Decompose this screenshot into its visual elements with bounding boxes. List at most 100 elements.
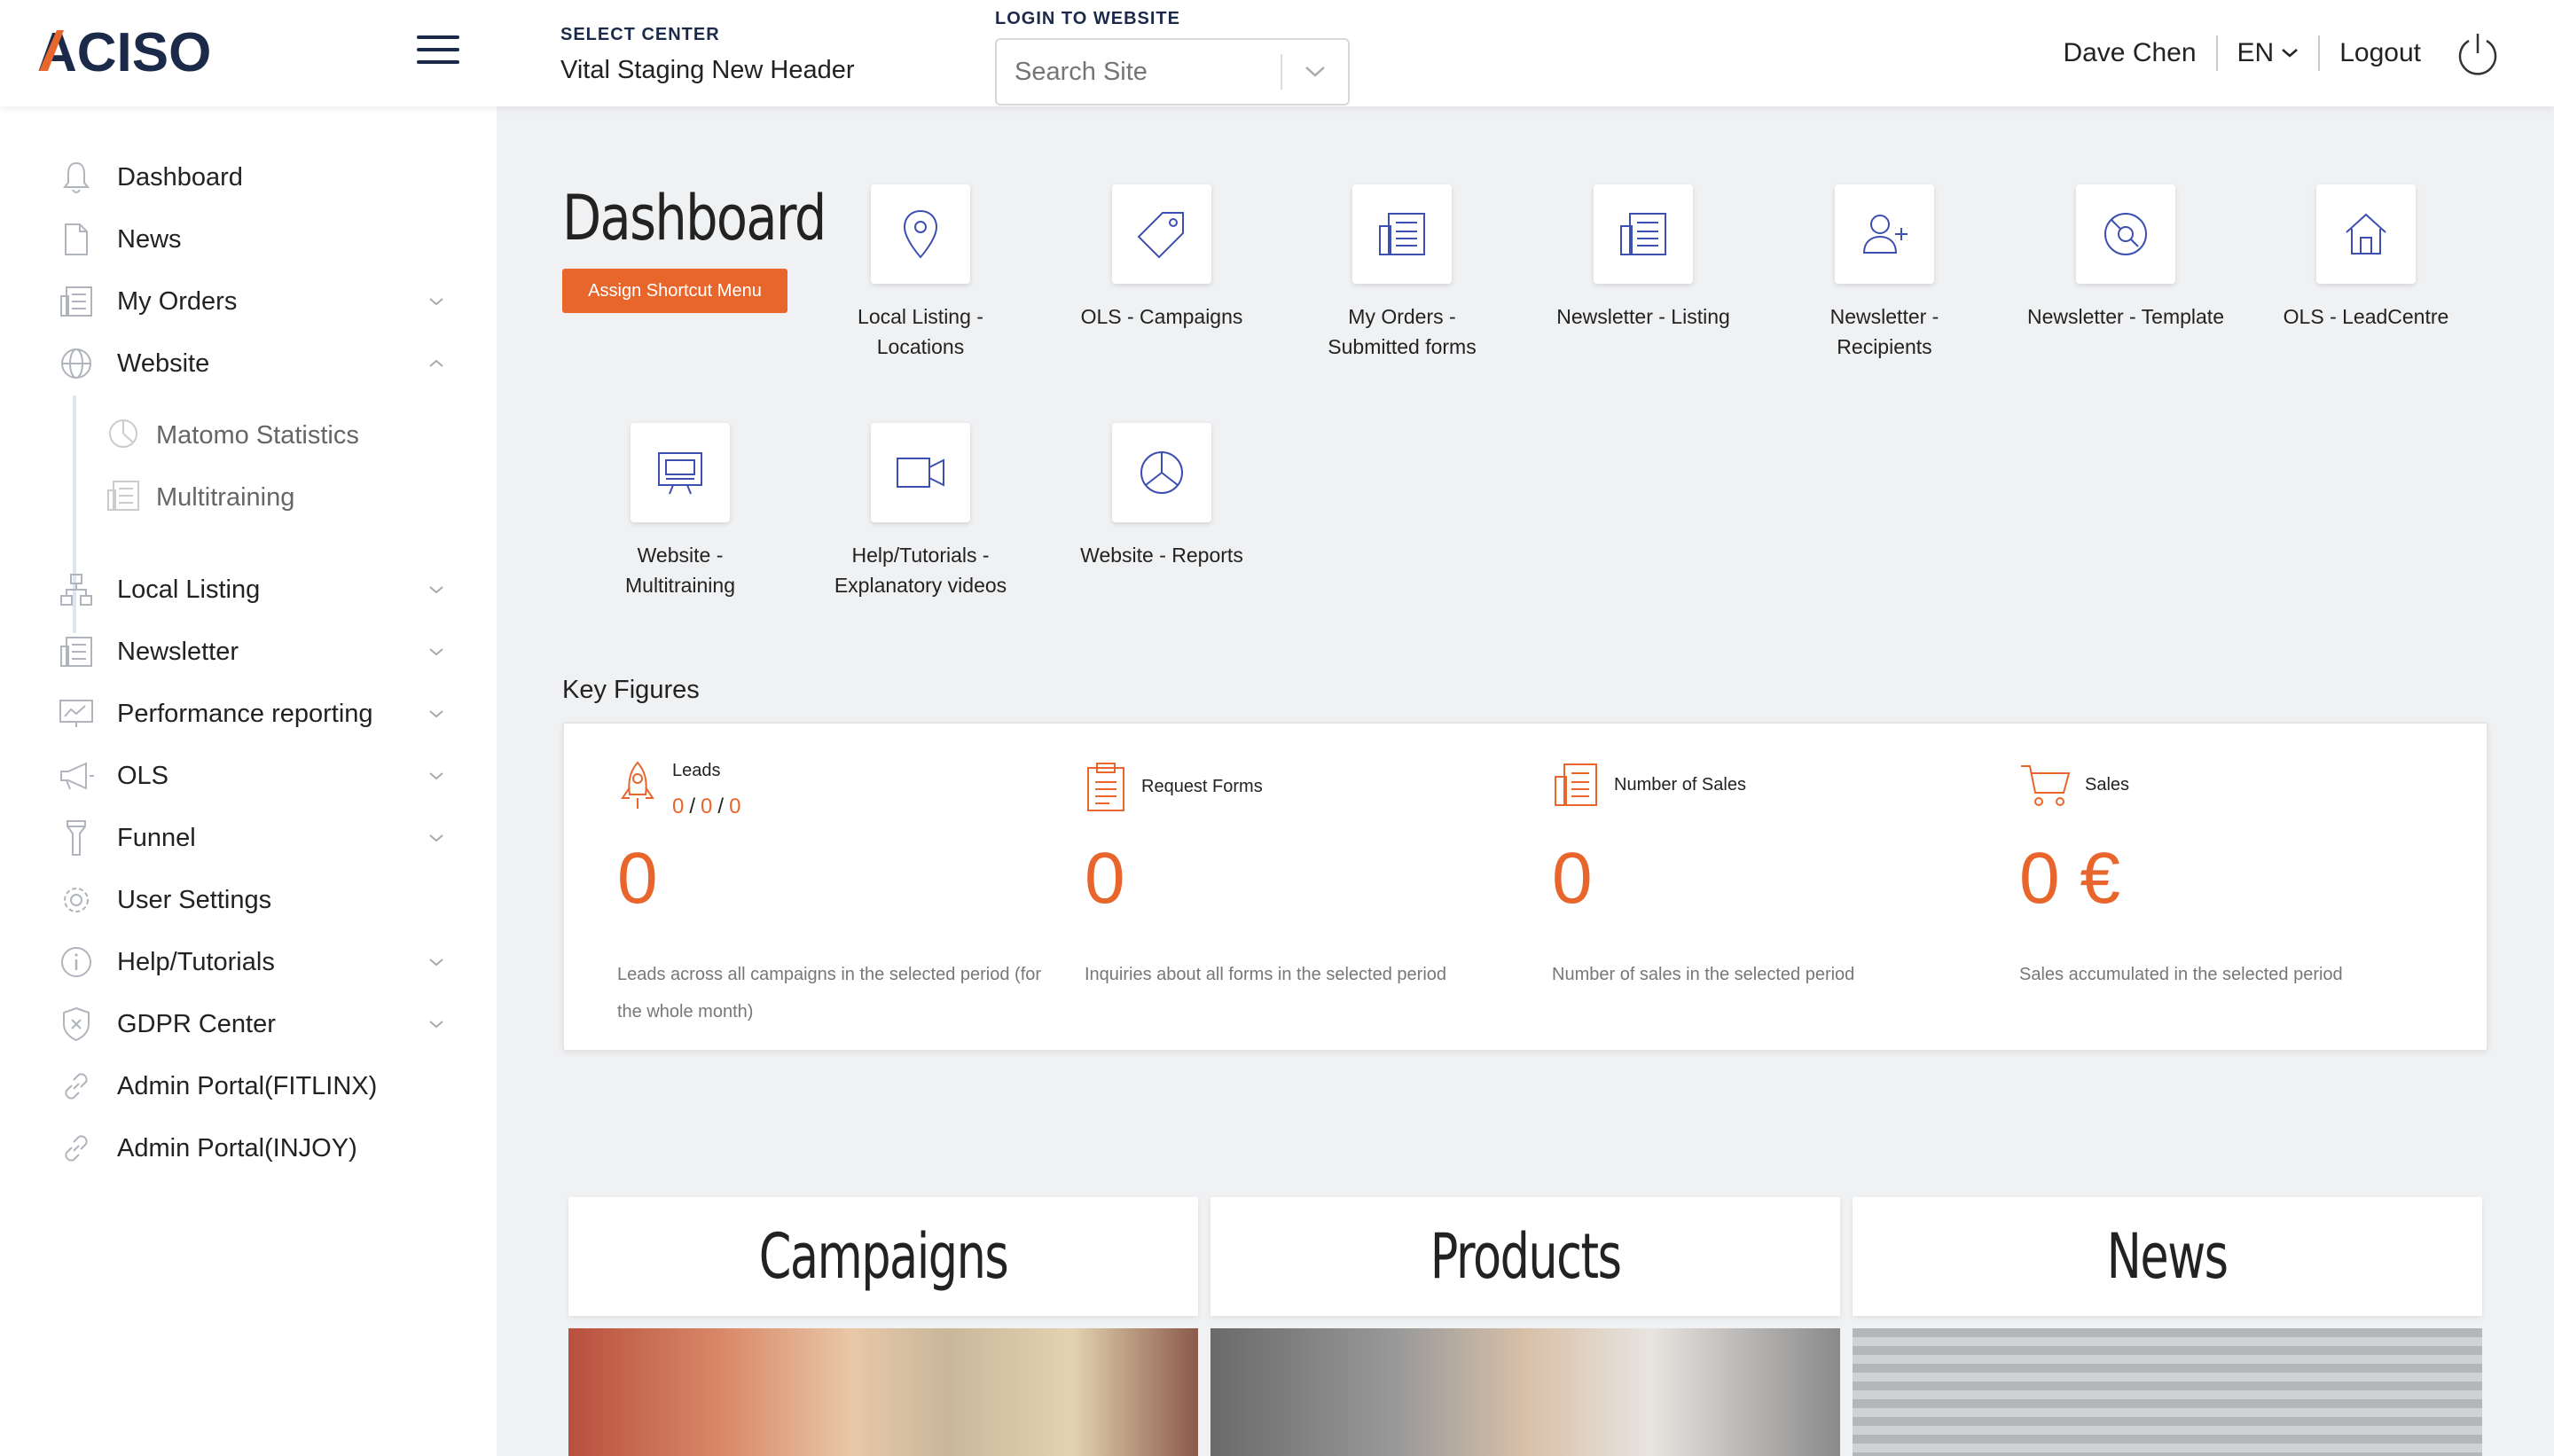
chevron-down-icon [429,772,443,780]
info-icon [57,943,96,982]
user-area: Dave Chen EN Logout [2063,25,2501,82]
tile-header[interactable]: News [1853,1197,2482,1316]
chevron-down-icon [429,298,443,306]
sidebar-item-ols[interactable]: OLS [57,749,447,802]
key-figure-sales: Sales 0 € Sales accumulated in the selec… [1966,724,2427,1052]
sidebar-item-performance-reporting[interactable]: Performance reporting [57,687,447,740]
chevron-down-icon[interactable] [1282,65,1348,79]
chevron-down-icon [429,586,443,594]
logout-link[interactable]: Logout [2339,38,2421,68]
tile-header[interactable]: Products [1210,1197,1840,1316]
key-figure-description: Inquiries about all forms in the selecte… [1085,965,1447,984]
sidebar-item-admin-portal-injoy[interactable]: Admin Portal(INJOY) [57,1122,447,1175]
sidebar-item-dashboard[interactable]: Dashboard [57,151,447,204]
tile-news[interactable]: News [1853,1197,2482,1456]
flashlight-icon [57,818,96,857]
shortcut-label: Newsletter - Template [2027,305,2224,328]
power-icon[interactable] [2455,30,2501,76]
megaphone-icon [57,756,96,795]
key-figure-value: 0 € [2019,838,2120,919]
sidebar-item-label: Dashboard [117,162,243,192]
sidebar-item-my-orders[interactable]: My Orders [57,275,447,328]
language-selector[interactable]: EN [2237,38,2299,68]
shortcut-newsletter-listing[interactable]: Newsletter - Listing [1537,184,1750,332]
user-name[interactable]: Dave Chen [2063,38,2196,68]
shortcut-label: Local Listing - Locations [858,305,983,358]
tile-title: News [2107,1220,2229,1293]
sidebar-item-label: Local Listing [117,575,261,604]
key-figure-value: 0 [1552,838,1593,919]
shortcut-label: Website - Multitraining [625,544,735,597]
sidebar-item-label: Website [117,348,210,378]
sidebar-subitem-matomo-statistics[interactable]: Matomo Statistics [106,409,359,462]
shortcut-my-orders-submitted-forms[interactable]: My Orders - Submitted forms [1296,184,1508,362]
sidebar-item-news[interactable]: News [57,213,447,266]
gear-icon [57,881,96,920]
assign-shortcut-menu-button[interactable]: Assign Shortcut Menu [562,269,787,313]
divider [2318,35,2321,71]
leads-value-1: 0 [672,795,685,818]
key-figures-title: Key Figures [562,676,700,704]
leads-value-3: 0 [729,795,741,818]
logo-mark: ACISO [37,25,211,78]
chevron-down-icon [429,710,443,718]
sidebar-subitem-multitraining[interactable]: Multitraining [106,471,294,524]
sidebar-item-help-tutorials[interactable]: Help/Tutorials [57,935,447,989]
leads-breakdown: 0/0/0 [672,795,741,818]
login-to-website-label: LOGIN TO WEBSITE [995,9,1180,28]
top-header: ACISO SELECT CENTER Vital Staging New He… [0,0,2554,106]
sidebar-item-gdpr-center[interactable]: GDPR Center [57,998,447,1051]
newspaper-icon [57,632,96,671]
sidebar-item-admin-portal-fitlinx[interactable]: Admin Portal(FITLINX) [57,1060,447,1113]
chevron-down-icon [429,1021,443,1029]
sidebar-item-funnel[interactable]: Funnel [57,811,447,865]
sidebar-subitem-label: Multitraining [156,482,295,512]
shortcut-local-listing-locations[interactable]: Local Listing - Locations [814,184,1027,362]
chevron-down-icon [429,834,443,842]
key-figure-title: Sales [2085,774,2130,795]
newspaper-icon [106,480,140,516]
shortcut-help-tutorials-explanatory-videos[interactable]: Help/Tutorials - Explanatory videos [814,423,1027,600]
shortcut-newsletter-recipients[interactable]: Newsletter - Recipients [1778,184,1991,362]
video-camera-icon [871,423,970,522]
tag-icon [1112,184,1211,284]
search-site-input[interactable] [997,57,1281,87]
language-value: EN [2237,38,2275,67]
hamburger-menu-icon[interactable] [417,35,459,64]
sidebar-item-label: Newsletter [117,637,239,666]
key-figure-header: Request Forms [1085,761,1263,812]
select-center-label: SELECT CENTER [560,25,720,44]
sidebar-item-label: User Settings [117,885,272,914]
shortcut-ols-campaigns[interactable]: OLS - Campaigns [1055,184,1268,332]
sidebar-item-label: News [117,224,182,254]
newspaper-icon [1352,184,1452,284]
shortcut-newsletter-template[interactable]: Newsletter - Template [2019,184,2232,332]
sidebar-item-website[interactable]: Website [57,337,447,390]
tile-products[interactable]: Products [1210,1197,1840,1456]
key-figure-description: Sales accumulated in the selected period [2019,965,2343,984]
search-site-select[interactable] [995,38,1350,106]
login-to-website: LOGIN TO WEBSITE [995,9,1350,106]
products-image[interactable] [1210,1328,1840,1456]
shortcut-website-multitraining[interactable]: Website - Multitraining [574,423,787,600]
key-figure-value: 0 [617,838,658,919]
key-figure-title: Request Forms [1141,776,1263,796]
select-center-value[interactable]: Vital Staging New Header [560,56,855,85]
key-figure-title: Number of Sales [1614,774,1746,795]
sidebar-item-user-settings[interactable]: User Settings [57,873,447,927]
select-center[interactable]: SELECT CENTER Vital Staging New Header [560,25,855,85]
aciso-logo[interactable]: ACISO [37,25,220,78]
sidebar-item-local-listing[interactable]: Local Listing [57,563,447,616]
shortcut-ols-leadcentre[interactable]: OLS - LeadCentre [2260,184,2472,332]
shortcut-website-reports[interactable]: Website - Reports [1055,423,1268,570]
shortcut-label: Help/Tutorials - Explanatory videos [834,544,1007,597]
sidebar-item-newsletter[interactable]: Newsletter [57,625,447,678]
news-image[interactable] [1853,1328,2482,1456]
sidebar-item-label: Admin Portal(INJOY) [117,1133,357,1162]
tile-header[interactable]: Campaigns [568,1197,1198,1316]
tile-campaigns[interactable]: Campaigns [568,1197,1198,1456]
document-icon [57,220,96,259]
add-user-icon [1835,184,1934,284]
sidebar-item-label: My Orders [117,286,238,316]
campaigns-image[interactable] [568,1328,1198,1456]
